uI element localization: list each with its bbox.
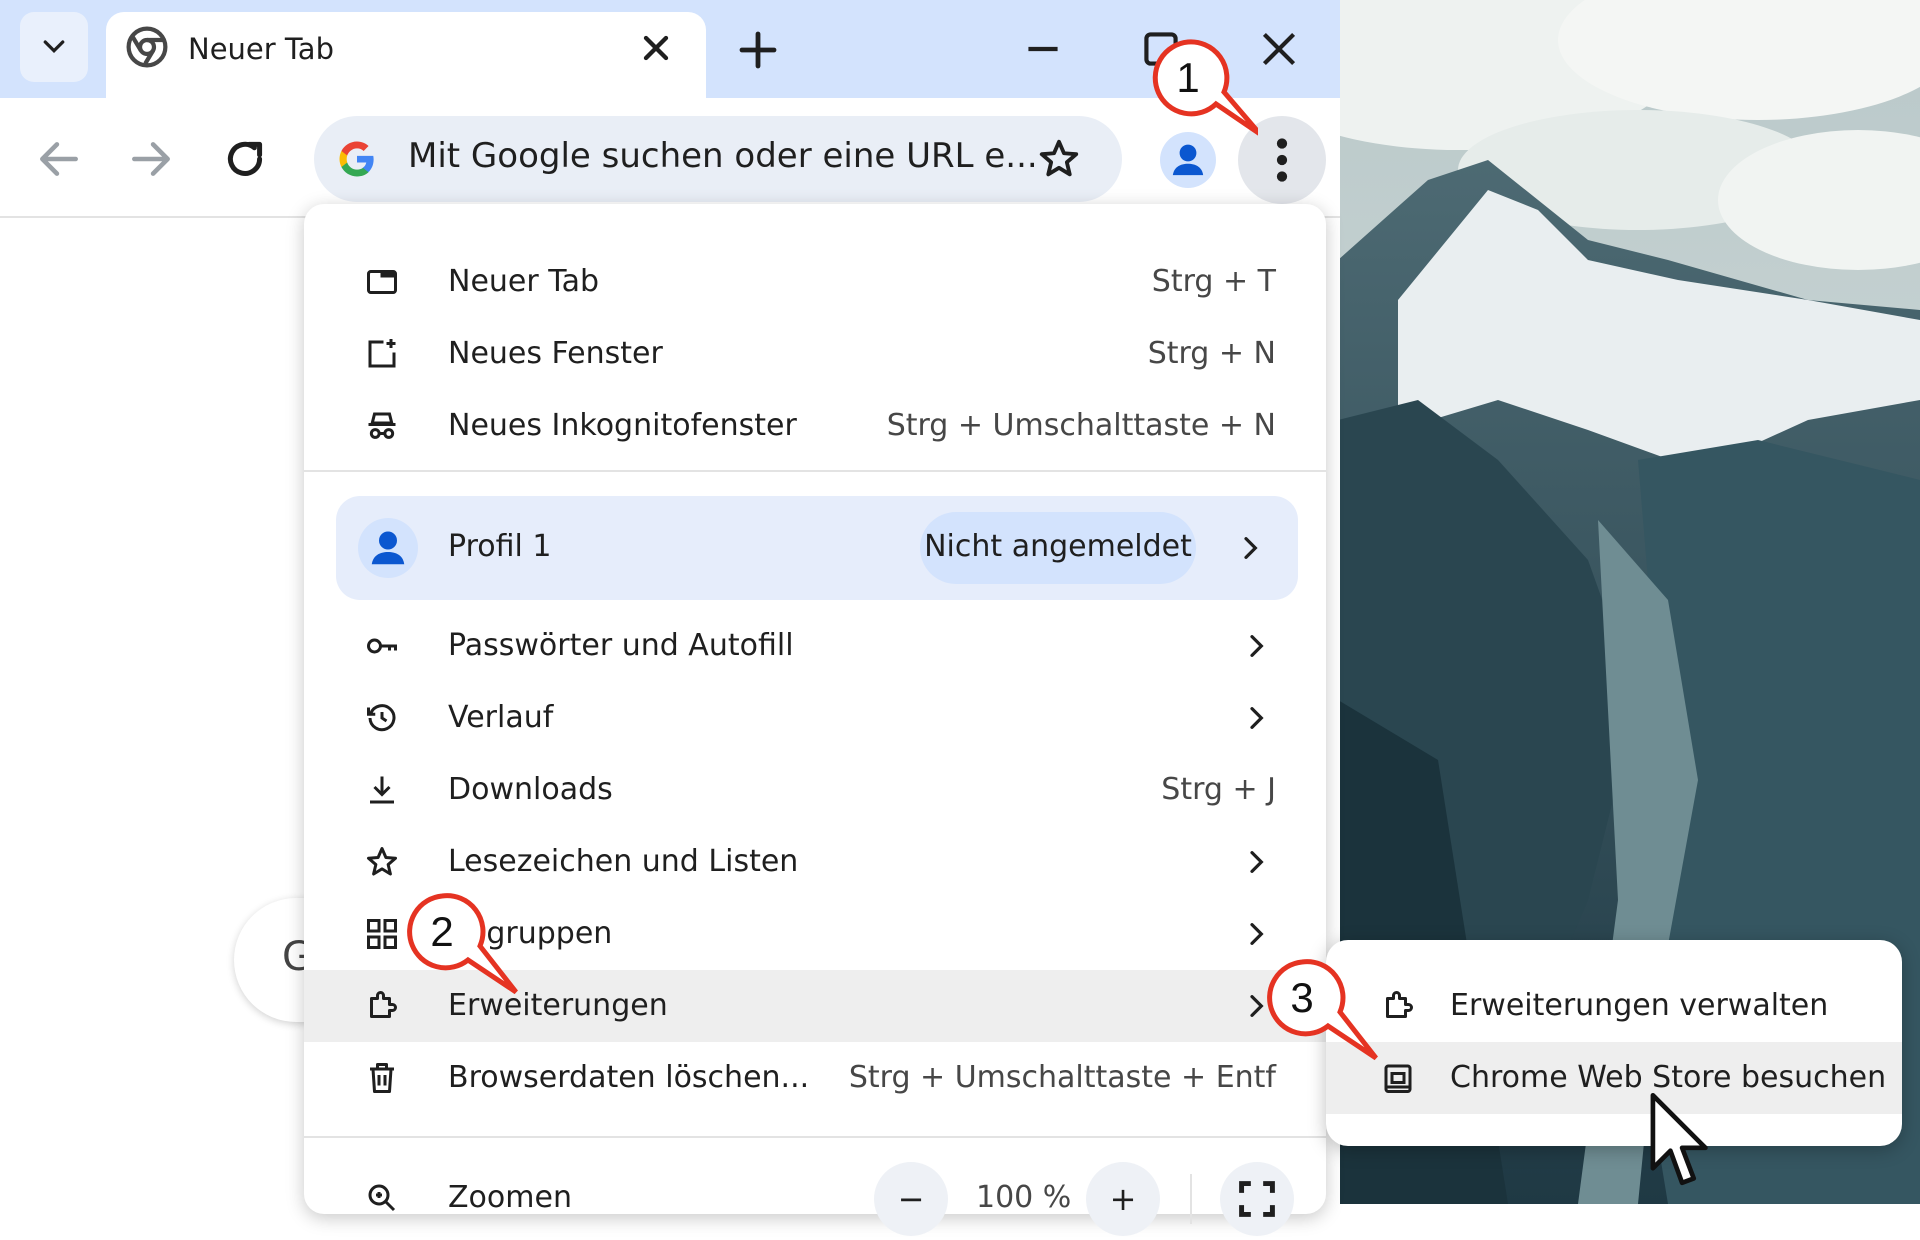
chevron-right-icon [1250, 851, 1264, 873]
extensions-submenu: Erweiterungen verwalten Chrome Web Store… [1326, 940, 1902, 1146]
mouse-cursor-icon [1650, 1093, 1708, 1186]
web-store-icon [1384, 1064, 1412, 1093]
forward-arrow-icon[interactable] [126, 134, 176, 184]
menu-profile-row[interactable]: Profil 1 Nicht angemeldet [336, 496, 1298, 600]
fullscreen-icon [1239, 1181, 1275, 1217]
chevron-right-icon [1250, 635, 1264, 657]
minimize-icon[interactable] [1018, 24, 1068, 74]
menu-item-new-tab[interactable]: Neuer Tab Strg + T [304, 246, 1326, 318]
callout-1: 1 [1148, 38, 1258, 148]
menu-item-passwords[interactable]: Passwörter und Autofill [304, 610, 1326, 682]
submenu-item-web-store[interactable]: Chrome Web Store besuchen [1326, 1042, 1902, 1114]
zoom-out-button[interactable]: − [874, 1162, 948, 1236]
new-tab-icon [367, 270, 397, 294]
star-icon [367, 847, 397, 876]
tab-title: Neuer Tab [188, 32, 334, 66]
menu-separator [304, 470, 1326, 472]
chevron-right-icon [1250, 923, 1264, 945]
key-icon [367, 638, 397, 654]
puzzle-icon [1386, 991, 1413, 1018]
fullscreen-button[interactable] [1220, 1162, 1294, 1236]
new-window-icon [368, 339, 396, 368]
tab-search-button[interactable] [20, 12, 88, 82]
new-tab-plus-icon[interactable] [734, 26, 782, 74]
incognito-icon [368, 412, 396, 439]
zoom-level: 100 % [976, 1180, 1072, 1215]
menu-item-new-window[interactable]: Neues Fenster Strg + N [304, 318, 1326, 390]
tab-strip: Neuer Tab [0, 0, 1340, 100]
chrome-menu: Neuer Tab Strg + T Neues Fenster Strg + … [304, 204, 1326, 1236]
history-icon [367, 704, 396, 732]
chrome-icon [126, 26, 168, 68]
menu-item-bookmarks[interactable]: Lesezeichen und Listen [304, 826, 1326, 898]
zoom-icon [368, 1184, 396, 1212]
chevron-down-icon [43, 40, 65, 54]
reload-icon[interactable] [220, 134, 270, 184]
bookmark-star-icon[interactable] [1036, 136, 1082, 182]
avatar [358, 518, 418, 578]
zoom-in-button[interactable]: + [1086, 1162, 1160, 1236]
back-arrow-icon[interactable] [34, 134, 84, 184]
close-tab-icon[interactable] [636, 28, 676, 68]
tab-active[interactable]: Neuer Tab [106, 12, 706, 100]
zoom-divider [1190, 1174, 1192, 1224]
menu-item-history[interactable]: Verlauf [304, 682, 1326, 754]
person-icon [371, 531, 405, 565]
google-g-icon [339, 141, 374, 177]
menu-item-downloads[interactable]: Downloads Strg + J [304, 754, 1326, 826]
puzzle-icon [370, 991, 397, 1018]
callout-3: 3 [1262, 958, 1382, 1068]
chevron-right-icon [1244, 537, 1258, 559]
callout-2: 2 [402, 892, 522, 1002]
download-icon [370, 776, 394, 804]
profile-name: Profil 1 [448, 529, 552, 564]
grid-icon [367, 919, 397, 949]
submenu-item-manage-extensions[interactable]: Erweiterungen verwalten [1326, 970, 1902, 1042]
menu-item-zoom: Zoomen [304, 1162, 1326, 1234]
toolbar: Mit Google suchen oder eine URL e... [0, 98, 1340, 218]
sign-in-status-badge[interactable]: Nicht angemeldet [920, 512, 1196, 584]
address-bar-placeholder: Mit Google suchen oder eine URL e... [408, 136, 1038, 176]
menu-separator [304, 1136, 1326, 1138]
address-bar[interactable]: Mit Google suchen oder eine URL e... [314, 116, 1122, 202]
menu-item-clear-browsing-data[interactable]: Browserdaten löschen... Strg + Umschaltt… [304, 1042, 1326, 1114]
trash-icon [370, 1063, 394, 1093]
chevron-right-icon [1250, 707, 1264, 729]
menu-item-incognito[interactable]: Neues Inkognitofenster Strg + Umschaltta… [304, 390, 1326, 462]
close-window-icon[interactable] [1254, 24, 1304, 74]
